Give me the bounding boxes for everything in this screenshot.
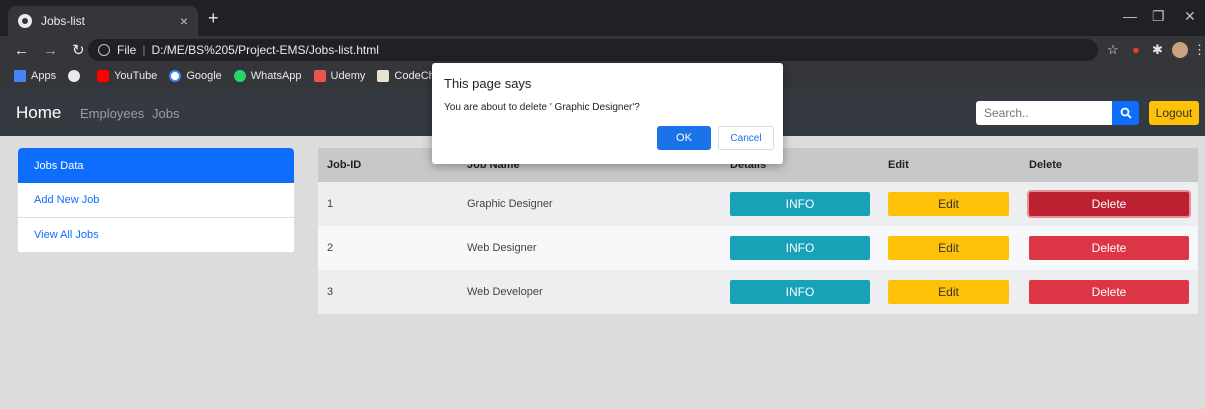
delete-button[interactable]: Delete: [1029, 236, 1189, 260]
delete-button[interactable]: Delete: [1029, 192, 1189, 216]
search-icon: [1120, 107, 1132, 119]
table-row: 1 Graphic Designer INFO Edit Delete: [318, 182, 1198, 226]
bookmark-globe[interactable]: [68, 70, 85, 82]
header-delete: Delete: [1029, 159, 1063, 171]
apps-grid-icon: [14, 70, 26, 82]
minimize-icon[interactable]: —: [1123, 8, 1137, 24]
job-id-cell: 2: [327, 242, 334, 254]
browser-tab[interactable]: Jobs-list ×: [8, 6, 198, 36]
avatar[interactable]: [1172, 42, 1188, 58]
dialog-ok-button[interactable]: OK: [657, 126, 711, 150]
confirm-dialog: This page says You are about to delete '…: [432, 63, 783, 164]
header-edit: Edit: [888, 159, 909, 171]
table-row: 2 Web Designer INFO Edit Delete: [318, 226, 1198, 270]
search-input[interactable]: [976, 101, 1112, 125]
info-icon: [98, 44, 110, 56]
bookmark-label: Udemy: [330, 70, 366, 82]
restore-icon[interactable]: ❐: [1152, 8, 1165, 25]
bookmark-label: Apps: [31, 70, 57, 82]
new-tab-button[interactable]: +: [208, 9, 219, 27]
job-name-cell: Web Designer: [467, 242, 537, 254]
info-button[interactable]: INFO: [730, 280, 870, 304]
nav-employees[interactable]: Employees: [80, 106, 144, 121]
sidebar-item-jobs-data[interactable]: Jobs Data: [18, 148, 294, 183]
dialog-message: You are about to delete ' Graphic Design…: [444, 102, 640, 113]
forward-arrow-icon[interactable]: →: [43, 42, 58, 59]
bookmark-label: Google: [186, 70, 222, 82]
bookmark-apps[interactable]: Apps: [14, 70, 56, 82]
job-id-cell: 3: [327, 286, 334, 298]
job-id-cell: 1: [327, 198, 334, 210]
url-text: D:/ME/BS%205/Project-EMS/Jobs-list.html: [151, 43, 379, 57]
extension-icon[interactable]: ●: [1132, 42, 1140, 57]
nav-home[interactable]: Home: [16, 103, 61, 123]
sidebar: Jobs Data Add New Job View All Jobs: [18, 148, 294, 253]
bookmark-label: YouTube: [114, 70, 158, 82]
globe-icon: [18, 14, 32, 28]
browser-toolbar: ← → ↻ File | D:/ME/BS%205/Project-EMS/Jo…: [0, 36, 1205, 64]
job-name-cell: Graphic Designer: [467, 198, 553, 210]
back-arrow-icon[interactable]: ←: [14, 42, 29, 59]
tab-close-button[interactable]: ×: [180, 13, 188, 29]
job-name-cell: Web Developer: [467, 286, 543, 298]
nav-jobs[interactable]: Jobs: [152, 106, 179, 121]
tab-title: Jobs-list: [41, 14, 86, 28]
sidebar-item-add-new-job[interactable]: Add New Job: [18, 183, 294, 218]
edit-button[interactable]: Edit: [888, 236, 1009, 260]
logout-button[interactable]: Logout: [1149, 101, 1199, 125]
bookmark-udemy[interactable]: Udemy: [313, 70, 366, 82]
url-scheme: File: [117, 43, 137, 57]
google-icon: [169, 70, 182, 82]
info-button[interactable]: INFO: [730, 236, 870, 260]
browser-tab-bar: Jobs-list × + — ❐ ✕: [0, 0, 1205, 36]
search-button[interactable]: [1112, 101, 1139, 125]
codechef-icon: [377, 70, 390, 82]
menu-kebab-icon[interactable]: ⋮: [1193, 42, 1205, 58]
dialog-cancel-button[interactable]: Cancel: [718, 126, 774, 150]
window-close-icon[interactable]: ✕: [1184, 8, 1196, 25]
address-bar[interactable]: File | D:/ME/BS%205/Project-EMS/Jobs-lis…: [88, 39, 1098, 61]
dialog-title: This page says: [444, 76, 532, 91]
bookmark-whatsapp[interactable]: WhatsApp: [233, 70, 302, 82]
whatsapp-icon: [233, 70, 246, 82]
edit-button[interactable]: Edit: [888, 280, 1009, 304]
jobs-table: Job-ID Job Name Details Edit Delete 1 Gr…: [318, 148, 1198, 314]
globe-icon: [68, 70, 81, 82]
edit-button[interactable]: Edit: [888, 192, 1009, 216]
puzzle-icon[interactable]: ✱: [1152, 42, 1163, 58]
star-icon[interactable]: ☆: [1107, 42, 1119, 58]
bookmark-label: WhatsApp: [250, 70, 302, 82]
udemy-icon: [313, 70, 326, 82]
bookmark-youtube[interactable]: YouTube: [97, 70, 157, 82]
sidebar-item-view-all-jobs[interactable]: View All Jobs: [18, 218, 294, 253]
youtube-icon: [97, 70, 110, 82]
info-button[interactable]: INFO: [730, 192, 870, 216]
url-separator: |: [142, 43, 146, 57]
table-row: 3 Web Developer INFO Edit Delete: [318, 270, 1198, 314]
delete-button[interactable]: Delete: [1029, 280, 1189, 304]
reload-icon[interactable]: ↻: [72, 41, 85, 59]
bookmark-google[interactable]: Google: [169, 70, 222, 82]
